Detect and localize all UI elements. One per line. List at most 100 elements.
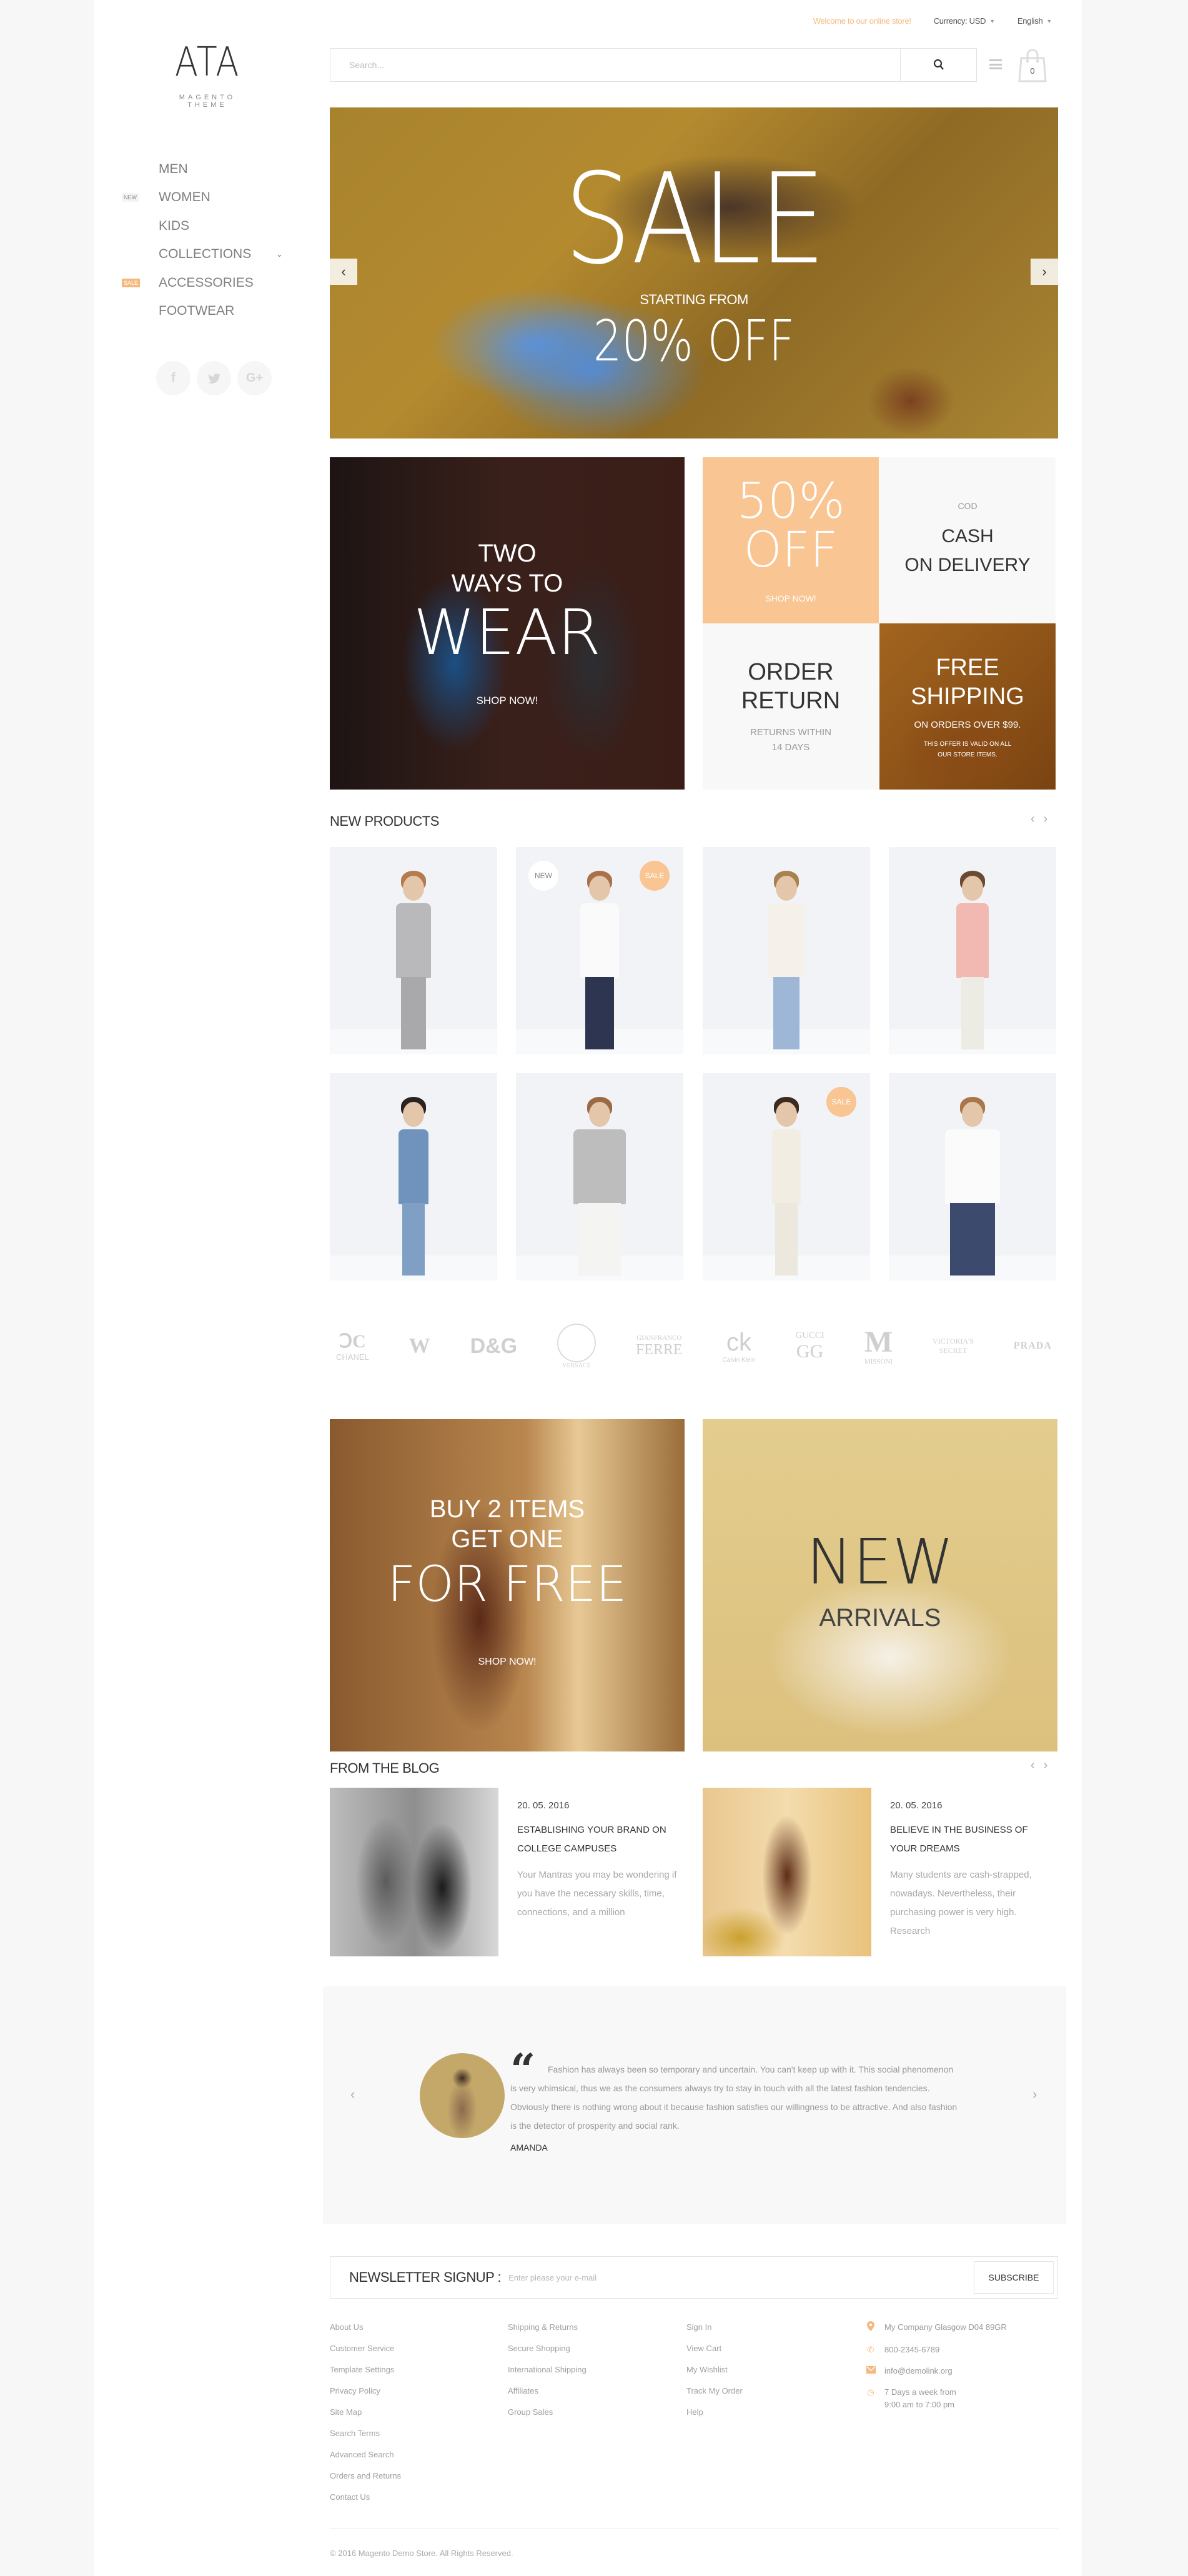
brand-logo[interactable]: PRADA [1014,1340,1052,1352]
slider-next-button[interactable]: › [1031,259,1058,285]
google-plus-icon[interactable]: G+ [237,361,272,395]
nav-item-footwear[interactable]: FOOTWEAR [94,297,319,326]
testimonial-prev-icon[interactable]: ‹ [350,2086,355,2103]
slider-prev-button[interactable]: ‹ [330,259,357,285]
banner-buy-2-get-one-free[interactable]: BUY 2 ITEMS GET ONE FOR FREE SHOP NOW! [330,1419,685,1751]
envelope-icon [866,2365,876,2377]
brand-logo[interactable]: GIANFRANCO FERRE [636,1334,683,1359]
footer-link[interactable]: Search Terms [330,2427,401,2449]
hero-slider[interactable]: SALE STARTING FROM 20% OFF ‹ › [330,107,1058,438]
blog-post-title[interactable]: BELIEVE IN THE BUSINESS OF YOUR DREAMS [890,1821,1052,1858]
nav-item-label: COLLECTIONS [159,247,252,262]
nav-item-men[interactable]: MEN [94,155,319,184]
brand-logo[interactable]: ck Calvin Klein [723,1329,756,1364]
footer-link[interactable]: My Wishlist [686,2364,743,2385]
footer-link[interactable]: Affiliates [508,2385,587,2406]
promo-line: ORDER [748,659,834,685]
new-badge: NEW [122,193,139,202]
contact-email[interactable]: info@demolink.org [884,2365,953,2377]
footer-link[interactable]: Site Map [330,2406,401,2427]
brand-logo[interactable]: VERSACE [557,1323,596,1369]
brand-logo[interactable]: VICTORIA'S SECRET [933,1337,974,1355]
nav-item-accessories[interactable]: SALE ACCESSORIES [94,269,319,297]
blog-post-title[interactable]: ESTABLISHING YOUR BRAND ON COLLEGE CAMPU… [517,1821,680,1858]
footer-link[interactable]: View Cart [686,2342,743,2364]
chevron-right-icon[interactable]: › [1044,812,1048,826]
product-image-shape [398,1129,428,1204]
blog-post-image[interactable] [703,1788,871,1956]
promo-two-ways-to-wear[interactable]: TWO WAYS TO WEAR SHOP NOW! [330,457,685,790]
blog-post-image[interactable] [330,1788,498,1956]
sale-badge: SALE [826,1087,856,1117]
new-badge: NEW [528,861,558,891]
facebook-icon[interactable]: f [156,361,191,395]
footer-link[interactable]: Advanced Search [330,2449,401,2470]
product-image-shape [772,1129,801,1204]
footer-link[interactable]: Shipping & Returns [508,2321,587,2342]
search-input[interactable] [330,49,900,81]
banner-new-arrivals[interactable]: NEW ARRIVALS [703,1419,1057,1751]
product-image-shape [585,977,614,1049]
footer-link[interactable]: Contact Us [330,2491,401,2512]
search-button[interactable] [900,49,976,81]
chevron-right-icon[interactable]: › [1044,1758,1048,1773]
chevron-left-icon[interactable]: ‹ [1031,1758,1035,1773]
footer-link[interactable]: Customer Service [330,2342,401,2364]
cart-button[interactable]: 0 [1018,47,1047,82]
nav-item-women[interactable]: NEW WOMEN [94,184,319,212]
shop-now-link[interactable]: SHOP NOW! [330,1657,685,1668]
footer-link[interactable]: Secure Shopping [508,2342,587,2364]
product-card[interactable] [889,1073,1056,1281]
footer-link[interactable]: Group Sales [508,2406,587,2427]
banner-headline: FOR FREE [387,1557,627,1613]
chevron-down-icon[interactable]: ⌄ [276,249,283,259]
brand-logo[interactable]: W [409,1334,430,1358]
footer-link[interactable]: Help [686,2406,743,2427]
brand-logo[interactable]: GUCCI GG [795,1330,824,1362]
language-switcher[interactable]: English ▼ [1017,16,1052,26]
footer-link[interactable]: Track My Order [686,2385,743,2406]
currency-switcher[interactable]: Currency: USD ▼ [934,16,995,26]
product-card[interactable]: NEW SALE [516,847,683,1054]
footer-link[interactable]: International Shipping [508,2364,587,2385]
page: Welcome to our online store! Currency: U… [94,0,1082,2576]
product-image-shape [402,1203,425,1276]
shop-now-link[interactable]: SHOP NOW! [765,593,816,603]
promo-50-off[interactable]: 50% OFF SHOP NOW! [703,457,879,623]
blog-post: 20. 05. 2016 BELIEVE IN THE BUSINESS OF … [703,1788,1057,1956]
banner-headline: NEW [806,1525,954,1598]
newsletter-form: NEWSLETTER SIGNUP : SUBSCRIBE [330,2256,1058,2299]
newsletter-email-input[interactable] [508,2272,974,2282]
footer-link[interactable]: Template Settings [330,2364,401,2385]
chevron-left-icon[interactable]: ‹ [1031,812,1035,826]
product-image-shape [775,1203,798,1276]
hamburger-menu-icon[interactable] [989,59,1002,69]
footer-link[interactable]: Sign In [686,2321,743,2342]
promo-line: SHIPPING [911,683,1024,710]
product-image-shape [396,903,431,978]
brand-logo[interactable]: ↃC CHANEL [336,1330,369,1362]
contact-phone[interactable]: 800-2345-6789 [884,2344,939,2356]
clock-icon: ◷ [867,2387,874,2397]
product-card[interactable] [703,847,870,1054]
twitter-icon[interactable] [197,361,231,395]
product-card[interactable] [330,847,497,1054]
footer-link[interactable]: Orders and Returns [330,2470,401,2491]
product-card[interactable] [516,1073,683,1281]
product-card[interactable]: SALE [703,1073,870,1281]
promo-order-return: ORDER RETURN RETURNS WITHIN 14 DAYS [703,623,879,790]
blog-nav: ‹ › [1031,1758,1047,1773]
product-image-shape [776,1102,797,1127]
product-card[interactable] [330,1073,497,1281]
footer-link[interactable]: About Us [330,2321,401,2342]
logo[interactable]: ATA MAGENTO THEME [164,42,251,109]
subscribe-button[interactable]: SUBSCRIBE [974,2261,1054,2294]
brand-logo[interactable]: D&G [470,1334,518,1359]
nav-item-kids[interactable]: KIDS [94,212,319,240]
testimonial-next-icon[interactable]: › [1032,2086,1037,2103]
product-card[interactable] [889,847,1056,1054]
shop-now-link[interactable]: SHOP NOW! [330,695,685,707]
brand-logo[interactable]: M MISSONI [864,1327,893,1366]
nav-item-collections[interactable]: COLLECTIONS ⌄ [94,240,319,269]
footer-link[interactable]: Privacy Policy [330,2385,401,2406]
